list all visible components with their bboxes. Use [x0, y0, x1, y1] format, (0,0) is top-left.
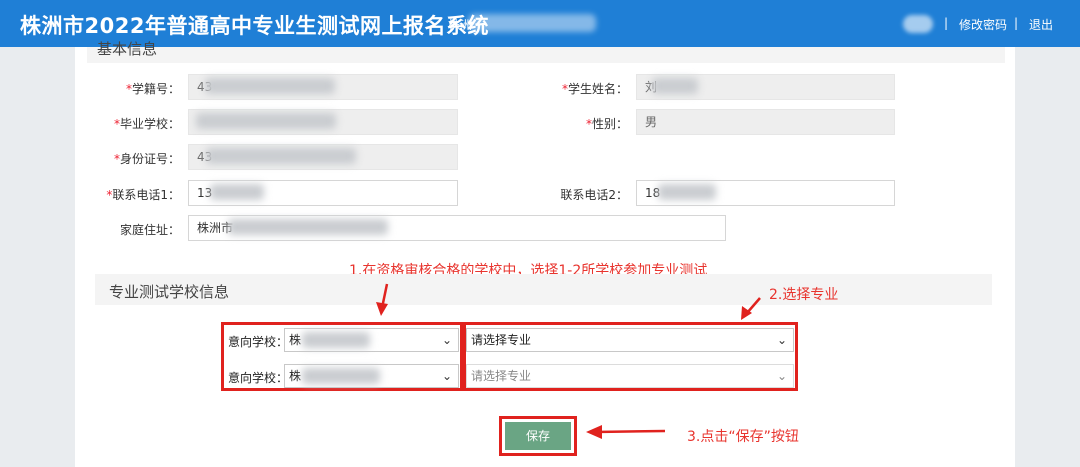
major-select-1[interactable]: 请选择专业 ⌄	[466, 328, 794, 352]
save-button[interactable]: 保存	[505, 422, 571, 450]
intended-school-label: 意向学校：	[228, 335, 289, 349]
annotation-step3: 3.点击“保存”按钮	[687, 429, 799, 445]
chevron-down-icon: ⌄	[776, 369, 787, 383]
arrow-step1-icon	[376, 283, 389, 316]
major-select-2[interactable]: 请选择专业 ⌄	[466, 364, 794, 388]
redaction	[302, 332, 370, 348]
arrow-step3-icon	[586, 425, 666, 439]
chevron-down-icon: ⌄	[776, 333, 787, 347]
arrow-step2-icon	[741, 297, 761, 320]
chevron-down-icon: ⌄	[441, 369, 452, 383]
chevron-down-icon: ⌄	[441, 333, 452, 347]
intended-school-label: 意向学校：	[228, 371, 289, 385]
redaction	[302, 368, 380, 384]
